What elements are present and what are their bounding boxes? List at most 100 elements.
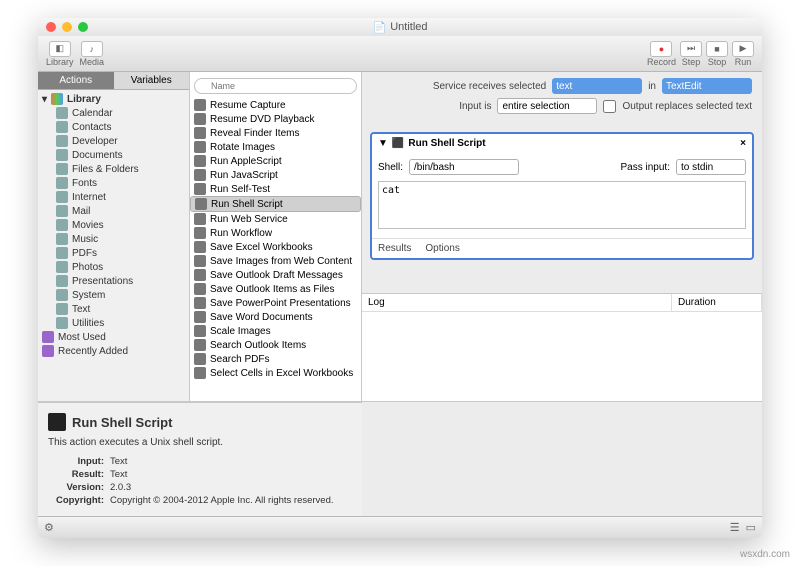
action-icon bbox=[194, 297, 206, 309]
window-title: Untitled bbox=[390, 21, 427, 33]
sidebar-item[interactable]: Developer bbox=[38, 134, 189, 148]
log-header-log[interactable]: Log bbox=[362, 294, 672, 311]
zoom-icon[interactable] bbox=[78, 22, 88, 32]
media-icon: ♪ bbox=[81, 41, 103, 57]
sidebar-root[interactable]: ▾Library bbox=[38, 92, 189, 106]
sidebar-item[interactable]: Contacts bbox=[38, 120, 189, 134]
sidebar: Actions Variables ▾LibraryCalendarContac… bbox=[38, 72, 190, 401]
pass-input-label: Pass input: bbox=[621, 162, 670, 173]
action-item[interactable]: Run Shell Script bbox=[190, 196, 361, 212]
sidebar-item[interactable]: Utilities bbox=[38, 316, 189, 330]
action-item[interactable]: Search Outlook Items bbox=[190, 338, 361, 352]
options-button[interactable]: Options bbox=[425, 243, 459, 254]
action-icon bbox=[194, 255, 206, 267]
input-is-select[interactable]: entire selection bbox=[497, 98, 597, 114]
app-select[interactable]: TextEdit bbox=[662, 78, 752, 94]
watermark: wsxdn.com bbox=[740, 549, 790, 560]
sidebar-item[interactable]: Calendar bbox=[38, 106, 189, 120]
titlebar[interactable]: 📄 Untitled bbox=[38, 18, 762, 36]
run-icon: ▶ bbox=[732, 41, 754, 57]
app-window: 📄 Untitled ◧Library ♪Media ●Record ⏭Step… bbox=[38, 18, 762, 538]
results-button[interactable]: Results bbox=[378, 243, 411, 254]
action-item[interactable]: Run Workflow bbox=[190, 226, 361, 240]
description-body: This action executes a Unix shell script… bbox=[48, 437, 352, 448]
run-button[interactable]: ▶Run bbox=[732, 41, 754, 67]
sidebar-item[interactable]: Most Used bbox=[38, 330, 189, 344]
receives-select[interactable]: text bbox=[552, 78, 642, 94]
stop-icon: ■ bbox=[706, 41, 728, 57]
receives-label: Service receives selected bbox=[433, 81, 546, 92]
input-is-label: Input is bbox=[459, 101, 491, 112]
action-item[interactable]: Save Outlook Draft Messages bbox=[190, 268, 361, 282]
action-icon bbox=[194, 269, 206, 281]
action-icon bbox=[194, 227, 206, 239]
toolbar: ◧Library ♪Media ●Record ⏭Step ■Stop ▶Run bbox=[38, 36, 762, 72]
chevron-down-icon: ▾ bbox=[42, 94, 47, 105]
tab-variables[interactable]: Variables bbox=[114, 72, 190, 90]
sidebar-item[interactable]: Recently Added bbox=[38, 344, 189, 358]
view-list-icon[interactable]: ☰ bbox=[730, 521, 740, 534]
action-item[interactable]: Run Self-Test bbox=[190, 182, 361, 196]
action-icon bbox=[194, 339, 206, 351]
action-item[interactable]: Save Word Documents bbox=[190, 310, 361, 324]
log-header-duration[interactable]: Duration bbox=[672, 294, 762, 311]
library-button[interactable]: ◧Library bbox=[46, 41, 74, 67]
terminal-icon: ⬛ bbox=[392, 138, 404, 149]
shell-label: Shell: bbox=[378, 162, 403, 173]
shell-select[interactable]: /bin/bash bbox=[409, 159, 519, 175]
record-button[interactable]: ●Record bbox=[647, 41, 676, 67]
sidebar-item[interactable]: Photos bbox=[38, 260, 189, 274]
action-item[interactable]: Resume DVD Playback bbox=[190, 112, 361, 126]
description-panel: Run Shell Script This action executes a … bbox=[38, 402, 362, 516]
action-icon bbox=[194, 241, 206, 253]
search-input[interactable] bbox=[194, 78, 357, 94]
script-textarea[interactable] bbox=[378, 181, 746, 229]
disclosure-icon[interactable]: ▼ bbox=[378, 138, 388, 149]
sidebar-item[interactable]: Mail bbox=[38, 204, 189, 218]
media-button[interactable]: ♪Media bbox=[80, 41, 105, 67]
action-item[interactable]: Reveal Finder Items bbox=[190, 126, 361, 140]
tab-actions[interactable]: Actions bbox=[38, 72, 114, 90]
in-label: in bbox=[648, 81, 656, 92]
action-item[interactable]: Resume Capture bbox=[190, 98, 361, 112]
action-item[interactable]: Run Web Service bbox=[190, 212, 361, 226]
action-item[interactable]: Run JavaScript bbox=[190, 168, 361, 182]
action-item[interactable]: Select Cells in Excel Workbooks bbox=[190, 366, 361, 380]
terminal-icon bbox=[48, 413, 66, 431]
sidebar-item[interactable]: Documents bbox=[38, 148, 189, 162]
action-item[interactable]: Save Excel Workbooks bbox=[190, 240, 361, 254]
sidebar-item[interactable]: Presentations bbox=[38, 274, 189, 288]
actions-list: Resume CaptureResume DVD PlaybackReveal … bbox=[190, 72, 362, 401]
step-icon: ⏭ bbox=[680, 41, 702, 57]
pass-input-select[interactable]: to stdin bbox=[676, 159, 746, 175]
output-replace-checkbox[interactable] bbox=[603, 100, 616, 113]
action-icon bbox=[194, 99, 206, 111]
action-item[interactable]: Save Images from Web Content bbox=[190, 254, 361, 268]
action-item[interactable]: Scale Images bbox=[190, 324, 361, 338]
action-item[interactable]: Rotate Images bbox=[190, 140, 361, 154]
sidebar-item[interactable]: Internet bbox=[38, 190, 189, 204]
action-item[interactable]: Save Outlook Items as Files bbox=[190, 282, 361, 296]
sidebar-item[interactable]: Files & Folders bbox=[38, 162, 189, 176]
action-item[interactable]: Save PowerPoint Presentations bbox=[190, 296, 361, 310]
sidebar-item[interactable]: System bbox=[38, 288, 189, 302]
action-item[interactable]: Run AppleScript bbox=[190, 154, 361, 168]
sidebar-item[interactable]: PDFs bbox=[38, 246, 189, 260]
action-icon bbox=[194, 353, 206, 365]
sidebar-item[interactable]: Text bbox=[38, 302, 189, 316]
action-icon bbox=[194, 127, 206, 139]
close-step-icon[interactable]: × bbox=[740, 138, 746, 149]
gear-icon[interactable]: ⚙ bbox=[44, 521, 54, 534]
close-icon[interactable] bbox=[46, 22, 56, 32]
view-flow-icon[interactable]: ▭ bbox=[746, 521, 756, 534]
stop-button[interactable]: ■Stop bbox=[706, 41, 728, 67]
sidebar-item[interactable]: Music bbox=[38, 232, 189, 246]
action-item[interactable]: Search PDFs bbox=[190, 352, 361, 366]
step-button[interactable]: ⏭Step bbox=[680, 41, 702, 67]
workflow-area: Service receives selected text in TextEd… bbox=[362, 72, 762, 401]
sidebar-item[interactable]: Fonts bbox=[38, 176, 189, 190]
log-pane: Log Duration bbox=[362, 293, 762, 401]
minimize-icon[interactable] bbox=[62, 22, 72, 32]
workflow-step[interactable]: ▼ ⬛ Run Shell Script × Shell: /bin/bash … bbox=[370, 132, 754, 260]
sidebar-item[interactable]: Movies bbox=[38, 218, 189, 232]
